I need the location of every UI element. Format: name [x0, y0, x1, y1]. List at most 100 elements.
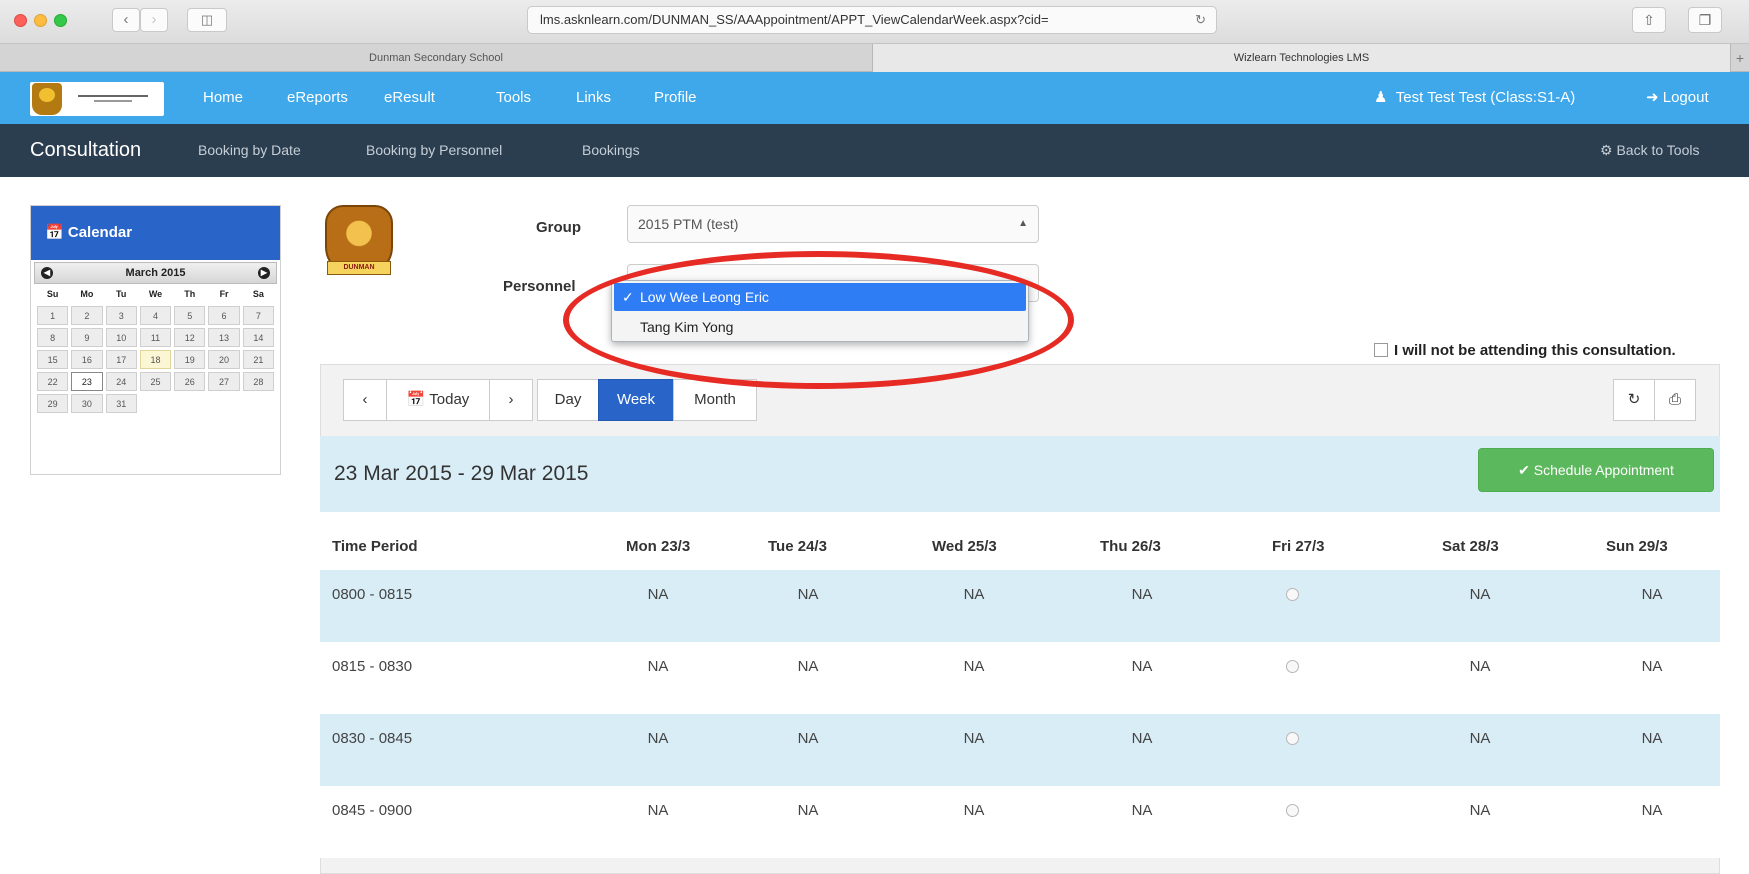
subnav-bookings[interactable]: Bookings: [582, 124, 640, 177]
slot-cell: NA: [647, 802, 669, 819]
forward-button[interactable]: ›: [140, 8, 168, 32]
sidebar-toggle-icon[interactable]: ◫: [187, 8, 227, 32]
school-logo[interactable]: [30, 82, 164, 116]
nav-profile[interactable]: Profile: [654, 72, 697, 124]
checkbox-icon[interactable]: [1374, 343, 1388, 357]
day-view-button[interactable]: Day: [537, 379, 599, 421]
mini-calendar-header: ◀ March 2015 ▶: [34, 262, 277, 284]
share-icon[interactable]: ⇧: [1632, 7, 1666, 33]
radio-icon[interactable]: [1285, 732, 1299, 745]
calendar-day[interactable]: 2: [71, 306, 103, 325]
calendar-day[interactable]: 22: [37, 372, 69, 391]
refresh-button[interactable]: ↻: [1613, 379, 1655, 421]
calendar-day[interactable]: 7: [242, 306, 274, 325]
calendar-day[interactable]: 8: [37, 328, 69, 347]
calendar-day[interactable]: 28: [242, 372, 274, 391]
calendar-day[interactable]: 13: [208, 328, 240, 347]
calendar-day[interactable]: 18: [139, 350, 172, 369]
today-button[interactable]: 📅 Today: [386, 379, 490, 421]
address-bar[interactable]: lms.asknlearn.com/DUNMAN_SS/AAAppointmen…: [527, 6, 1217, 34]
prev-week-button[interactable]: ‹: [343, 379, 387, 421]
subnav-booking-by-date[interactable]: Booking by Date: [198, 124, 301, 177]
calendar-day[interactable]: 11: [139, 328, 172, 347]
calendar-day[interactable]: 29: [37, 394, 69, 413]
weekday-label: Fr: [219, 289, 229, 299]
calendar-day[interactable]: 16: [71, 350, 103, 369]
section-title[interactable]: Consultation: [30, 124, 141, 177]
calendar-day[interactable]: 19: [174, 350, 206, 369]
calendar-day[interactable]: 4: [139, 306, 172, 325]
nav-eresult[interactable]: eResult: [384, 72, 435, 124]
radio-icon[interactable]: [1285, 804, 1299, 817]
slot-cell: NA: [1469, 586, 1491, 603]
calendar-day[interactable]: 23: [71, 372, 103, 391]
logout-link[interactable]: ➜ Logout: [1646, 72, 1709, 124]
weekday-label: Tu: [116, 289, 127, 299]
week-header: 23 Mar 2015 - 29 Mar 2015 ✔ Schedule App…: [320, 436, 1720, 512]
time-period-cell: 0845 - 0900: [332, 802, 413, 819]
crest-banner: DUNMAN: [327, 261, 391, 275]
back-to-tools-link[interactable]: ⚙ Back to Tools: [1600, 124, 1699, 177]
slot-radio[interactable]: [1252, 642, 1332, 692]
month-view-button[interactable]: Month: [673, 379, 757, 421]
new-tab-button[interactable]: +: [1730, 44, 1749, 72]
browser-tab-wizlearn[interactable]: Wizlearn Technologies LMS: [872, 44, 1730, 72]
next-month-icon[interactable]: ▶: [258, 267, 270, 279]
slot-radio[interactable]: [1252, 570, 1332, 620]
check-icon: ✓: [622, 289, 634, 305]
calendar-day[interactable]: 30: [71, 394, 103, 413]
nav-tools[interactable]: Tools: [496, 72, 531, 124]
radio-icon[interactable]: [1285, 588, 1299, 601]
print-button[interactable]: ⎙: [1654, 379, 1696, 421]
week-view-button[interactable]: Week: [598, 379, 674, 421]
slot-cell: NA: [963, 586, 985, 603]
calendar-day[interactable]: 15: [37, 350, 69, 369]
reload-icon[interactable]: ↻: [1195, 7, 1206, 33]
slot-cell: NA: [1469, 802, 1491, 819]
radio-icon[interactable]: [1285, 660, 1299, 673]
slot-cell: NA: [797, 802, 819, 819]
calendar-day[interactable]: 1: [37, 306, 69, 325]
calendar-day[interactable]: 24: [105, 372, 137, 391]
nav-ereports[interactable]: eReports: [287, 72, 348, 124]
zoom-window-button[interactable]: [54, 14, 67, 27]
user-menu[interactable]: ♟ Test Test Test (Class:S1-A): [1374, 72, 1575, 124]
calendar-day[interactable]: 21: [242, 350, 274, 369]
not-attending-checkbox[interactable]: I will not be attending this consultatio…: [1374, 342, 1676, 359]
school-crest: DUNMAN: [325, 205, 393, 283]
print-icon: ⎙: [1668, 391, 1681, 408]
subnav-booking-by-personnel[interactable]: Booking by Personnel: [366, 124, 502, 177]
calendar-day[interactable]: 3: [105, 306, 137, 325]
calendar-day[interactable]: 20: [208, 350, 240, 369]
nav-home[interactable]: Home: [203, 72, 243, 124]
personnel-option-selected[interactable]: ✓ Low Wee Leong Eric: [614, 283, 1026, 311]
weekday-label: Mo: [80, 289, 94, 299]
browser-tab-dunman[interactable]: Dunman Secondary School: [0, 44, 872, 72]
calendar-day[interactable]: 12: [174, 328, 206, 347]
slot-radio[interactable]: [1252, 714, 1332, 764]
calendar-icon: 📅: [406, 391, 426, 408]
tabs-overview-icon[interactable]: ❐: [1688, 7, 1722, 33]
nav-links[interactable]: Links: [576, 72, 611, 124]
close-window-button[interactable]: [14, 14, 27, 27]
schedule-appointment-button[interactable]: ✔ Schedule Appointment: [1478, 448, 1714, 492]
calendar-day[interactable]: 27: [208, 372, 240, 391]
calendar-day[interactable]: 31: [105, 394, 137, 413]
next-week-button[interactable]: ›: [489, 379, 533, 421]
calendar-day[interactable]: 17: [105, 350, 137, 369]
back-button[interactable]: ‹: [112, 8, 140, 32]
table-header: Time Period Mon 23/3 Tue 24/3 Wed 25/3 T…: [320, 512, 1720, 570]
minimize-window-button[interactable]: [34, 14, 47, 27]
personnel-option[interactable]: Tang Kim Yong: [612, 313, 1028, 341]
calendar-day[interactable]: 5: [174, 306, 206, 325]
prev-month-icon[interactable]: ◀: [41, 267, 53, 279]
group-select[interactable]: 2015 PTM (test) ▲: [627, 205, 1039, 243]
calendar-day[interactable]: 10: [105, 328, 137, 347]
slot-radio[interactable]: [1252, 786, 1332, 836]
user-icon: ♟: [1374, 89, 1388, 106]
calendar-day[interactable]: 26: [174, 372, 206, 391]
calendar-day[interactable]: 25: [139, 372, 172, 391]
calendar-day[interactable]: 14: [242, 328, 274, 347]
calendar-day[interactable]: 9: [71, 328, 103, 347]
calendar-day[interactable]: 6: [208, 306, 240, 325]
